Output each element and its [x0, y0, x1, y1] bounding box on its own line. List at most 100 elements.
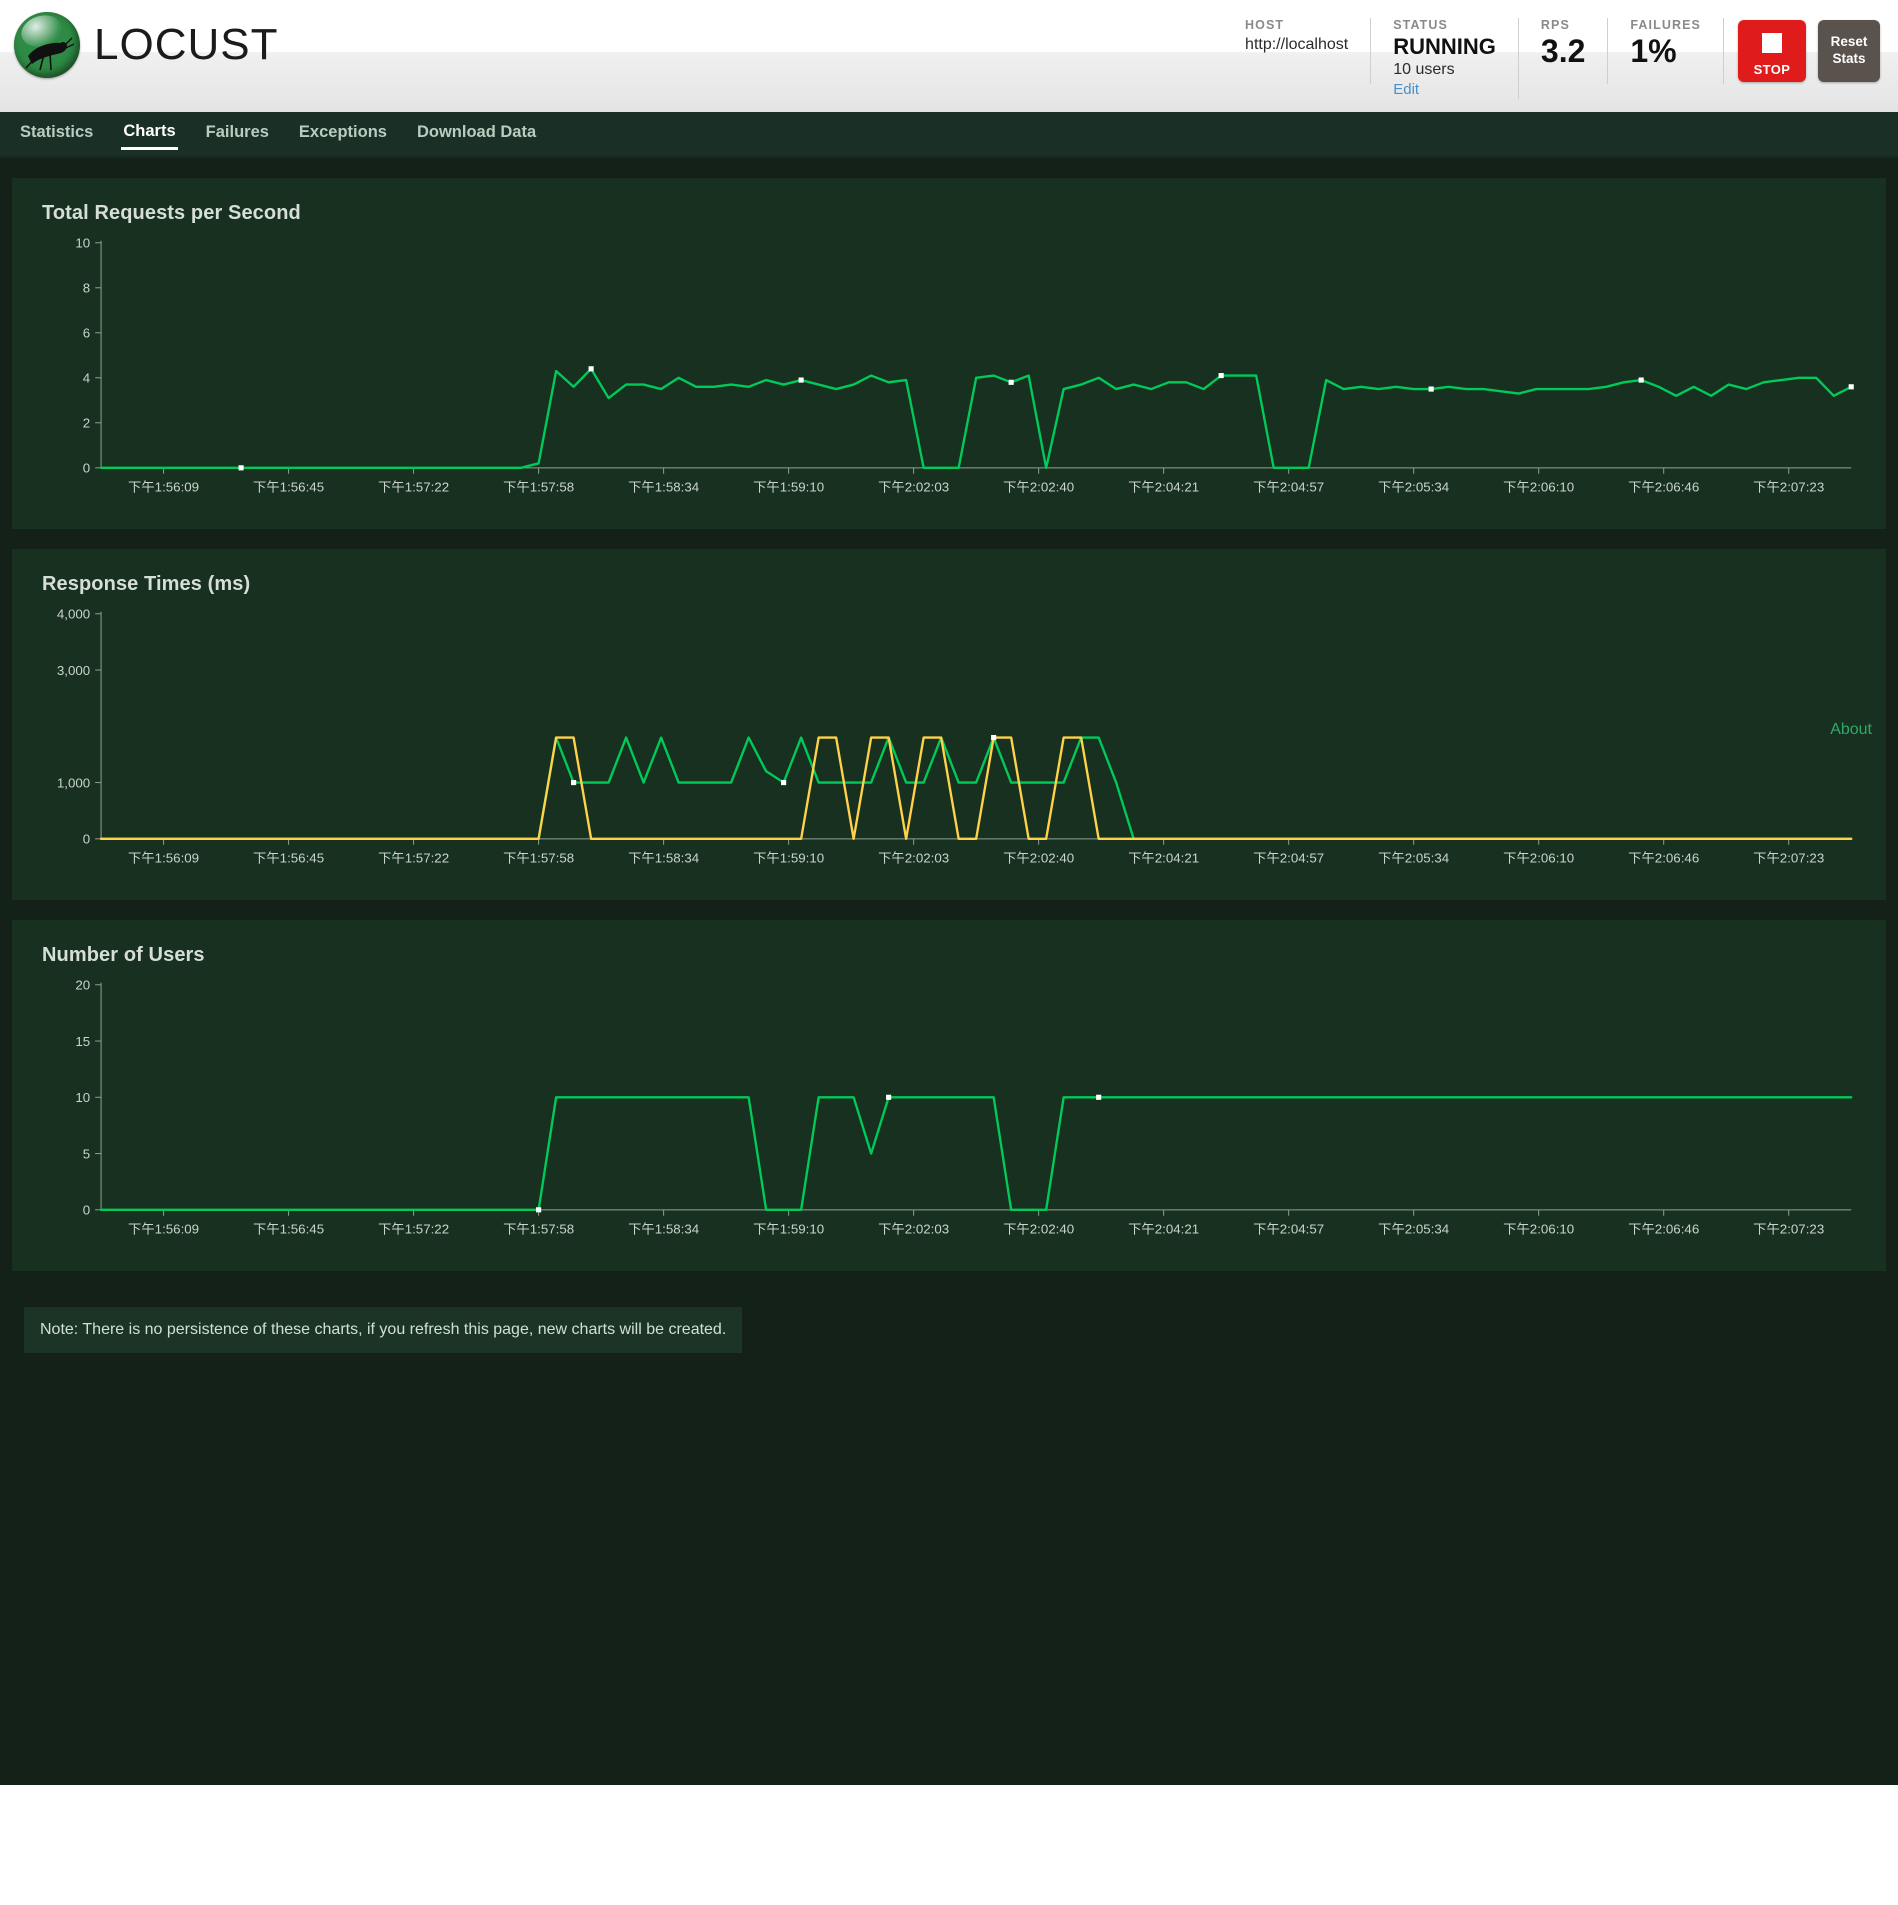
logo-text: LOCUST [94, 20, 279, 69]
persistence-note: Note: There is no persistence of these c… [24, 1307, 743, 1354]
host-value: http://localhost [1245, 36, 1349, 53]
svg-text:下午1:58:34: 下午1:58:34 [628, 851, 700, 866]
svg-text:下午2:04:57: 下午2:04:57 [1253, 1222, 1324, 1237]
svg-text:下午1:57:58: 下午1:57:58 [503, 1222, 574, 1237]
svg-text:下午1:56:09: 下午1:56:09 [128, 480, 199, 495]
svg-text:下午2:04:57: 下午2:04:57 [1253, 851, 1324, 866]
spacer-2 [0, 900, 1898, 921]
svg-text:下午1:57:58: 下午1:57:58 [503, 480, 574, 495]
chart-card-rps: Total Requests per Second 0 2 4 6 8 10 下午1:56:… [12, 178, 1886, 530]
user-count: 10 users [1393, 60, 1455, 78]
status-value: RUNNING [1393, 34, 1496, 59]
svg-text:下午1:59:10: 下午1:59:10 [753, 1222, 824, 1237]
svg-text:下午2:06:46: 下午2:06:46 [1628, 851, 1699, 866]
svg-text:下午2:06:10: 下午2:06:10 [1503, 1222, 1574, 1237]
svg-text:下午1:59:10: 下午1:59:10 [753, 851, 824, 866]
stop-button[interactable]: STOP [1738, 20, 1806, 82]
svg-text:下午2:02:03: 下午2:02:03 [878, 480, 949, 495]
svg-text:下午2:04:57: 下午2:04:57 [1253, 480, 1324, 495]
svg-text:下午1:58:34: 下午1:58:34 [628, 480, 700, 495]
failures-value: 1% [1630, 33, 1677, 69]
svg-text:下午2:05:34: 下午2:05:34 [1378, 480, 1450, 495]
tab-exceptions[interactable]: Exceptions [297, 119, 389, 149]
svg-text:10: 10 [75, 236, 90, 251]
reset-button-line1: Reset [1830, 34, 1868, 50]
svg-text:下午1:57:22: 下午1:57:22 [378, 480, 449, 495]
tab-statistics[interactable]: Statistics [18, 119, 95, 149]
rps-stat: RPS 3.2 [1519, 18, 1609, 84]
svg-text:下午2:06:10: 下午2:06:10 [1503, 851, 1574, 866]
svg-text:下午2:07:23: 下午2:07:23 [1753, 1222, 1824, 1237]
svg-text:下午1:56:45: 下午1:56:45 [253, 1222, 324, 1237]
svg-text:6: 6 [83, 326, 90, 341]
svg-text:4: 4 [83, 371, 91, 386]
chart-body-response-times: 0 1,000 3,000 4,000 下午1:56:09 下午1:56:45 下午1:57… [30, 596, 1868, 892]
svg-text:下午1:56:09: 下午1:56:09 [128, 851, 199, 866]
note-area: Note: There is no persistence of these c… [0, 1271, 1898, 1354]
svg-text:下午2:02:40: 下午2:02:40 [1003, 851, 1074, 866]
svg-text:下午1:57:22: 下午1:57:22 [378, 1222, 449, 1237]
chart-card-response-times: Response Times (ms) 0 1,000 3,000 4,000 下午1:… [12, 549, 1886, 901]
svg-text:0: 0 [83, 1203, 90, 1218]
stop-button-label: STOP [1753, 62, 1791, 77]
svg-text:下午2:02:03: 下午2:02:03 [878, 851, 949, 866]
status-stat: STATUS RUNNING 10 users Edit [1371, 18, 1519, 100]
svg-text:下午2:04:21: 下午2:04:21 [1128, 480, 1199, 495]
svg-text:4,000: 4,000 [57, 607, 90, 622]
failures-stat: FAILURES 1% [1608, 18, 1724, 84]
main-navigation: Statistics Charts Failures Exceptions Do… [0, 112, 1898, 158]
svg-text:下午2:02:40: 下午2:02:40 [1003, 480, 1074, 495]
logo[interactable]: LOCUST [0, 0, 278, 78]
chart-title-response-times: Response Times (ms) [42, 573, 251, 596]
svg-text:2: 2 [83, 416, 90, 431]
svg-text:下午2:02:40: 下午2:02:40 [1003, 1222, 1074, 1237]
stop-square-icon [1762, 33, 1782, 53]
locust-bug-orb-icon [14, 12, 80, 78]
svg-text:3,000: 3,000 [57, 663, 90, 678]
svg-text:下午2:05:34: 下午2:05:34 [1378, 1222, 1450, 1237]
svg-text:下午2:05:34: 下午2:05:34 [1378, 851, 1450, 866]
tab-download-data[interactable]: Download Data [415, 119, 538, 149]
header-buttons: STOP Reset Stats [1724, 18, 1880, 82]
header-stats: HOST http://localhost STATUS RUNNING 10 … [1223, 0, 1898, 100]
tab-charts[interactable]: Charts [121, 118, 178, 151]
reset-button-line2: Stats [1832, 51, 1866, 66]
svg-text:1,000: 1,000 [57, 776, 90, 791]
chart-plot-rps[interactable]: 0 2 4 6 8 10 下午1:56:09 下午1:56:45 下午1:57:22 下午1:57… [30, 225, 1868, 521]
chart-body-rps: 0 2 4 6 8 10 下午1:56:09 下午1:56:45 下午1:57:22 下午1:57… [30, 225, 1868, 521]
svg-text:5: 5 [83, 1147, 90, 1162]
locust-silhouette-icon [25, 37, 74, 71]
svg-text:20: 20 [75, 978, 90, 993]
svg-text:下午1:56:45: 下午1:56:45 [253, 480, 324, 495]
status-label: STATUS [1393, 18, 1448, 32]
chart-title-rps: Total Requests per Second [42, 202, 301, 224]
failures-label: FAILURES [1630, 18, 1701, 32]
chart-plot-users[interactable]: 0 5 10 15 20 下午1:56:09 下午1:56:45 下午1:57:22 下午1:5… [30, 967, 1868, 1263]
charts-page: Total Requests per Second 0 2 4 6 8 10 下午1:56:… [0, 158, 1898, 1785]
svg-text:下午2:02:03: 下午2:02:03 [878, 1222, 949, 1237]
svg-text:下午2:07:23: 下午2:07:23 [1753, 480, 1824, 495]
svg-text:下午1:57:58: 下午1:57:58 [503, 851, 574, 866]
svg-text:0: 0 [83, 832, 90, 847]
svg-text:15: 15 [75, 1034, 90, 1049]
svg-text:8: 8 [83, 281, 90, 296]
edit-link[interactable]: Edit [1393, 81, 1419, 98]
svg-text:下午1:56:09: 下午1:56:09 [128, 1222, 199, 1237]
svg-text:下午2:06:10: 下午2:06:10 [1503, 480, 1574, 495]
chart-body-users: 0 5 10 15 20 下午1:56:09 下午1:56:45 下午1:57:22 下午1:5… [30, 967, 1868, 1263]
chart-plot-response-times[interactable]: 0 1,000 3,000 4,000 下午1:56:09 下午1:56:45 下午1:57… [30, 596, 1868, 892]
about-link[interactable]: About [1830, 721, 1872, 739]
host-stat: HOST http://localhost [1223, 18, 1372, 84]
svg-text:下午2:07:23: 下午2:07:23 [1753, 851, 1824, 866]
spacer-1 [0, 529, 1898, 550]
svg-text:下午2:06:46: 下午2:06:46 [1628, 1222, 1699, 1237]
rps-value: 3.2 [1540, 33, 1586, 69]
tab-failures[interactable]: Failures [204, 119, 271, 149]
svg-text:下午1:58:34: 下午1:58:34 [628, 1222, 700, 1237]
svg-text:10: 10 [75, 1090, 90, 1105]
reset-stats-button[interactable]: Reset Stats [1818, 20, 1880, 82]
svg-text:下午1:56:45: 下午1:56:45 [253, 851, 324, 866]
svg-text:下午2:06:46: 下午2:06:46 [1628, 480, 1699, 495]
host-label: HOST [1245, 18, 1285, 32]
spacer-top [0, 158, 1898, 178]
